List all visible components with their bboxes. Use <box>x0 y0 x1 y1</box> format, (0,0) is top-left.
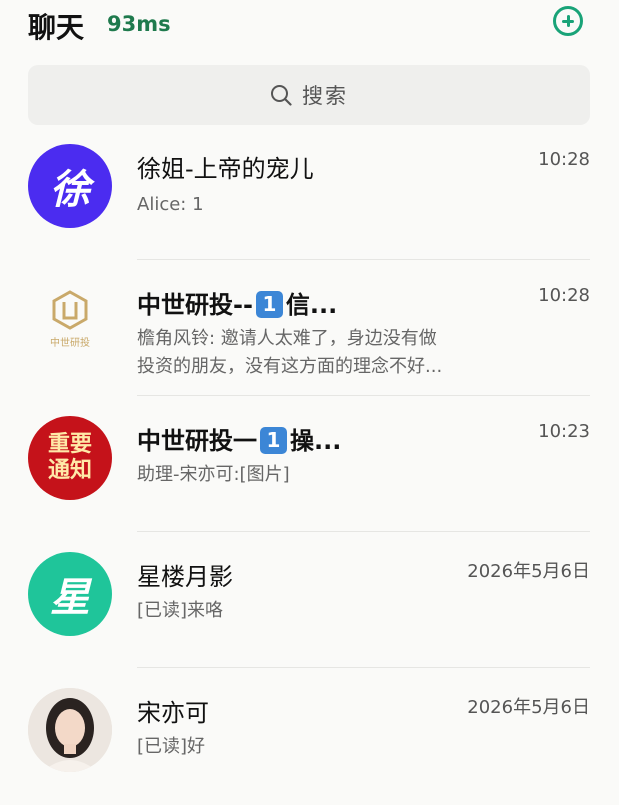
avatar-text: 通知 <box>47 458 92 483</box>
avatar-text: 星 <box>50 575 90 621</box>
avatar: 中世研投 <box>28 280 112 364</box>
chat-preview: 助理-宋亦可:[图片] <box>137 464 290 485</box>
group-logo-icon: 中世研投 <box>50 290 90 349</box>
chat-list-item[interactable]: 徐 徐姐-上帝的宠儿 10:28 Alice: 1 <box>0 125 619 261</box>
chat-time: 10:23 <box>538 421 590 442</box>
plus-circle-icon[interactable] <box>553 6 583 36</box>
divider <box>137 259 590 260</box>
search-bar[interactable]: 搜索 <box>28 65 590 125</box>
search-placeholder: 搜索 <box>302 84 348 108</box>
chat-name: 宋亦可 <box>137 699 209 727</box>
chat-preview: [已读]好 <box>137 736 206 757</box>
person-photo-icon <box>28 688 112 772</box>
divider <box>137 531 590 532</box>
chat-time: 2026年5月6日 <box>467 697 590 718</box>
chat-name-prefix: 中世研投-- <box>137 291 253 319</box>
number-badge: 1 <box>255 291 283 318</box>
chat-preview: [已读]来咯 <box>137 600 224 621</box>
avatar <box>28 688 112 772</box>
avatar-text: 徐 <box>50 167 90 213</box>
chat-name: 星楼月影 <box>137 563 233 591</box>
page-title: 聊天 <box>28 11 85 44</box>
chat-name: 中世研投一 1 操... <box>137 421 341 456</box>
group-logo-text: 中世研投 <box>50 336 90 349</box>
chat-name-suffix: 信... <box>285 291 338 319</box>
divider <box>137 395 590 396</box>
chat-name: 中世研投-- 1 信... <box>137 285 337 320</box>
chat-name: 徐姐-上帝的宠儿 <box>137 155 314 183</box>
chat-list-item[interactable]: 中世研投 中世研投-- 1 信... 10:28 檐角风铃: 邀请人太难了，身边没有… <box>0 261 619 397</box>
chat-time: 10:28 <box>538 285 590 306</box>
avatar: 徐 <box>28 144 112 228</box>
chat-preview: 檐角风铃: 邀请人太难了，身边没有做 投资的朋友，没有这方面的理念不好... <box>137 325 537 381</box>
chat-name-suffix: 操... <box>290 427 342 455</box>
avatar: 星 <box>28 552 112 636</box>
chat-name-prefix: 中世研投一 <box>137 427 257 455</box>
avatar: 重要 通知 <box>28 416 112 500</box>
chat-list-item[interactable]: 重要 通知 中世研投一 1 操... 10:23 助理-宋亦可:[图片] <box>0 397 619 533</box>
chat-list-item[interactable]: 宋亦可 2026年5月6日 [已读]好 <box>0 669 619 805</box>
number-badge: 1 <box>260 427 287 454</box>
chat-time: 10:28 <box>538 149 590 170</box>
chat-preview: Alice: 1 <box>137 194 204 215</box>
header: 聊天 93ms <box>0 0 619 52</box>
search-icon <box>271 85 292 106</box>
avatar-text: 重要 <box>47 432 92 457</box>
chat-preview-line: 檐角风铃: 邀请人太难了，身边没有做 <box>137 328 437 349</box>
chat-list-item[interactable]: 星 星楼月影 2026年5月6日 [已读]来咯 <box>0 533 619 669</box>
chat-time: 2026年5月6日 <box>467 561 590 582</box>
chat-preview-line: 投资的朋友，没有这方面的理念不好... <box>137 356 443 377</box>
divider <box>137 667 590 668</box>
latency-indicator: 93ms <box>107 12 171 36</box>
